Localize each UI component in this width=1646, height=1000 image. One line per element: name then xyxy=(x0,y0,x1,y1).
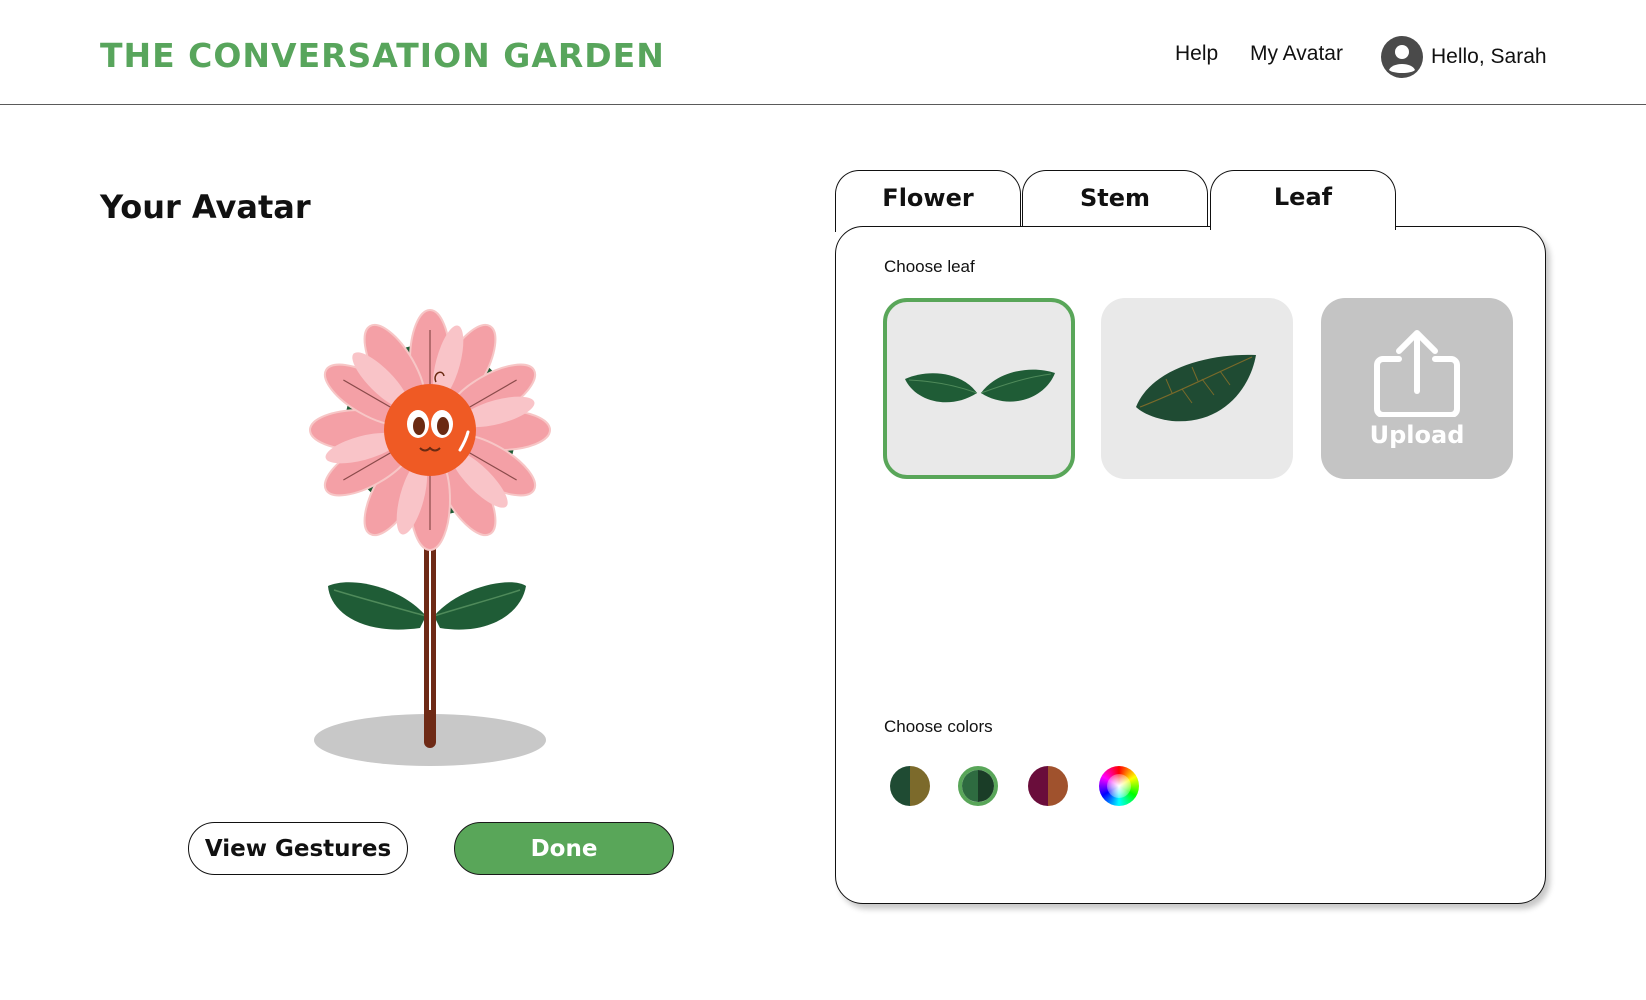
done-button[interactable]: Done xyxy=(454,822,674,875)
nav-help-link[interactable]: Help xyxy=(1175,42,1218,66)
nav-my-avatar-link[interactable]: My Avatar xyxy=(1250,42,1343,66)
tab-flower[interactable]: Flower xyxy=(835,170,1021,232)
app-header: THE CONVERSATION GARDEN Help My Avatar H… xyxy=(0,0,1646,105)
leaf-option-double[interactable] xyxy=(883,298,1075,479)
color-wheel-icon[interactable] xyxy=(1099,766,1139,806)
color-swatch-plum-rust[interactable] xyxy=(1028,766,1068,806)
choose-leaf-label: Choose leaf xyxy=(884,257,975,276)
upload-icon xyxy=(1374,329,1460,417)
tab-stem[interactable]: Stem xyxy=(1022,170,1208,232)
choose-colors-label: Choose colors xyxy=(884,717,993,736)
upload-label: Upload xyxy=(1369,420,1465,449)
user-greeting: Hello, Sarah xyxy=(1431,45,1547,68)
user-avatar-icon xyxy=(1381,36,1423,78)
active-tab-connector xyxy=(1211,220,1395,230)
page-title: Your Avatar xyxy=(100,188,311,226)
brand-logo-text[interactable]: THE CONVERSATION GARDEN xyxy=(100,36,665,75)
avatar-flower-illustration xyxy=(309,309,551,766)
view-gestures-button[interactable]: View Gestures xyxy=(188,822,408,875)
leaf-option-single[interactable] xyxy=(1101,298,1293,479)
user-menu[interactable]: Hello, Sarah xyxy=(1381,35,1547,79)
color-swatch-green-selected[interactable] xyxy=(958,766,998,806)
color-swatch-forest-olive[interactable] xyxy=(890,766,930,806)
upload-leaf-option[interactable]: Upload xyxy=(1321,298,1513,479)
double-leaf-icon xyxy=(905,369,1055,402)
single-leaf-icon xyxy=(1136,354,1256,421)
